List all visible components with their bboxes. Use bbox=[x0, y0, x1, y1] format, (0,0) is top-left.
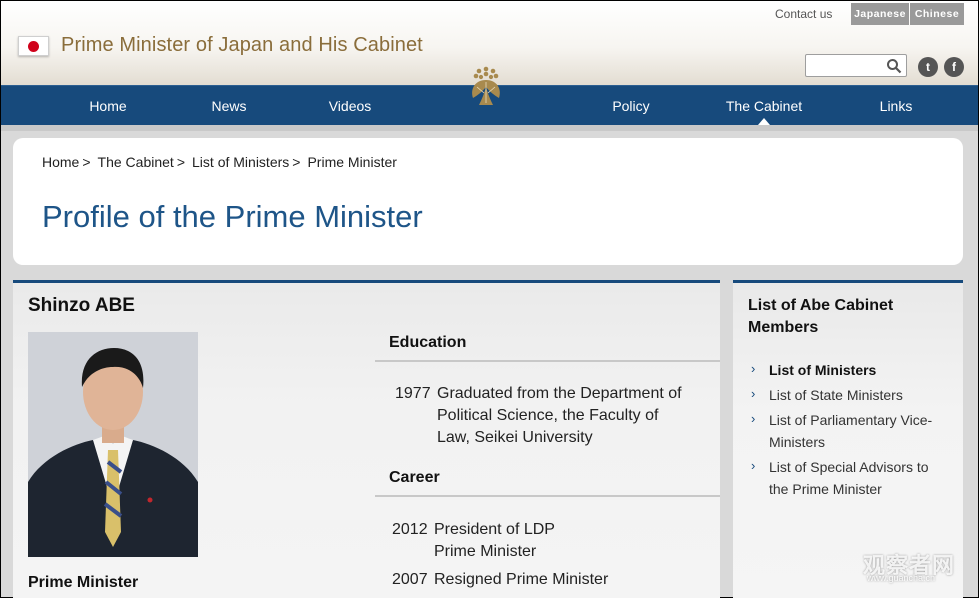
page-title: Profile of the Prime Minister bbox=[42, 199, 423, 234]
minister-photo bbox=[28, 332, 198, 557]
career-heading: Career bbox=[375, 469, 720, 497]
chevron-right-icon: › bbox=[751, 361, 756, 376]
sidebar-item-list-of-ministers[interactable]: List of Ministers bbox=[769, 359, 949, 381]
breadcrumb: Home > The Cabinet > List of Ministers > Prime… bbox=[42, 154, 400, 170]
watermark-url: www.guancha.cn bbox=[867, 573, 936, 583]
contact-link[interactable]: Contact us bbox=[775, 7, 832, 21]
chevron-right-icon: › bbox=[751, 386, 756, 401]
sidebar-item-special-advisors[interactable]: List of Special Advisors to the Prime Mi… bbox=[769, 456, 949, 500]
breadcrumb-separator: > bbox=[82, 154, 91, 170]
nav-divider bbox=[1, 125, 978, 131]
education-heading: Education bbox=[375, 334, 720, 362]
minister-name: Shinzo ABE bbox=[28, 295, 135, 316]
career-entry: 2007 Resigned Prime Minister bbox=[392, 569, 692, 593]
breadcrumb-home[interactable]: Home bbox=[42, 154, 79, 170]
chevron-right-icon: › bbox=[751, 411, 756, 426]
career-text: President of LDP Prime Minister bbox=[434, 521, 555, 560]
lang-chinese-button[interactable]: Chinese bbox=[910, 3, 964, 25]
breadcrumb-the-cabinet[interactable]: The Cabinet bbox=[98, 154, 174, 170]
sidebar-item-parliamentary-vice-ministers[interactable]: List of Parliamentary Vice-Ministers bbox=[769, 409, 949, 453]
breadcrumb-prime-minister: Prime Minister bbox=[307, 154, 397, 170]
breadcrumb-list-of-ministers[interactable]: List of Ministers bbox=[192, 154, 289, 170]
japan-flag-icon[interactable] bbox=[18, 36, 49, 56]
nav-news[interactable]: News bbox=[194, 86, 264, 126]
education-year: 1977 bbox=[395, 385, 431, 402]
nav-active-caret bbox=[758, 118, 770, 125]
career-text: Resigned Prime Minister bbox=[434, 571, 609, 588]
breadcrumb-separator: > bbox=[292, 154, 301, 170]
education-text: Graduated from the Department of Politic… bbox=[437, 385, 682, 446]
chevron-right-icon: › bbox=[751, 458, 756, 473]
nav-policy[interactable]: Policy bbox=[596, 86, 666, 126]
career-year: 2007 bbox=[392, 571, 428, 588]
minister-role: Prime Minister bbox=[28, 574, 139, 591]
paulownia-emblem-icon bbox=[472, 66, 500, 105]
education-entry: 1977 Graduated from the Department of Po… bbox=[395, 383, 695, 453]
breadcrumb-separator: > bbox=[176, 154, 186, 170]
twitter-icon[interactable]: t bbox=[918, 57, 938, 77]
sidebar-item-list-of-state-ministers[interactable]: List of State Ministers bbox=[769, 384, 949, 406]
career-year: 2012 bbox=[392, 521, 428, 538]
nav-links[interactable]: Links bbox=[861, 86, 931, 126]
nav-videos[interactable]: Videos bbox=[315, 86, 385, 126]
career-entry: 2012 President of LDP Prime Minister bbox=[392, 519, 692, 565]
sidebar-heading: List of Abe Cabinet Members bbox=[748, 297, 894, 336]
search-icon[interactable] bbox=[886, 58, 902, 74]
nav-home[interactable]: Home bbox=[73, 86, 143, 126]
lang-japanese-button[interactable]: Japanese bbox=[851, 3, 909, 25]
site-title[interactable]: Prime Minister of Japan and His Cabinet bbox=[61, 34, 423, 57]
facebook-icon[interactable]: f bbox=[944, 57, 964, 77]
